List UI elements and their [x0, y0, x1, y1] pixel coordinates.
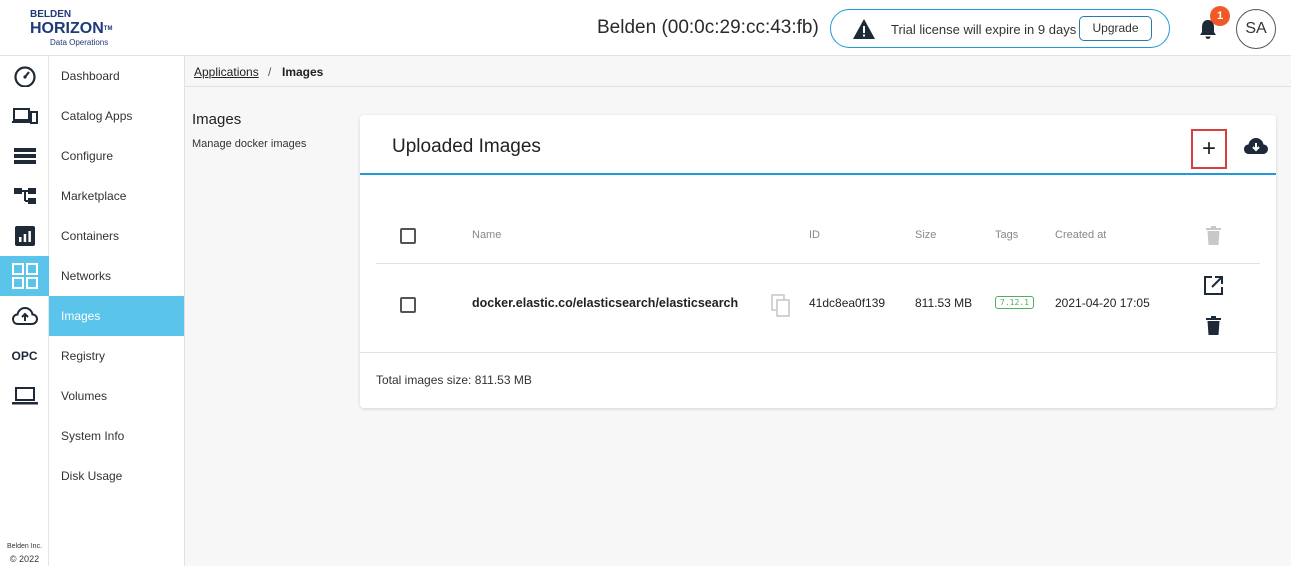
- sidebar-item-containers[interactable]: Containers: [49, 216, 184, 256]
- total-images-size: Total images size: 811.53 MB: [376, 373, 532, 387]
- column-header-size[interactable]: Size: [915, 229, 936, 241]
- rail-item-devices[interactable]: [0, 96, 49, 136]
- sidebar-item-catalog-apps[interactable]: Catalog Apps: [49, 96, 184, 136]
- copy-icon[interactable]: [771, 294, 791, 317]
- device-title: Belden (00:0c:29:cc:43:fb): [597, 17, 819, 38]
- delete-selected-icon[interactable]: [1206, 226, 1221, 245]
- column-header-id[interactable]: ID: [809, 229, 820, 241]
- select-all-checkbox[interactable]: [400, 228, 416, 244]
- notification-badge: 1: [1210, 6, 1230, 26]
- rail-item-applications[interactable]: [0, 256, 49, 296]
- user-avatar[interactable]: SA: [1236, 9, 1276, 49]
- laptop-icon: [11, 387, 38, 405]
- card-title: Uploaded Images: [392, 136, 541, 157]
- column-header-created[interactable]: Created at: [1055, 229, 1106, 241]
- breadcrumb: Applications / Images: [185, 56, 1291, 87]
- rail-item-containers[interactable]: [0, 216, 49, 256]
- sidebar-item-disk-usage[interactable]: Disk Usage: [49, 456, 184, 496]
- logo-line-1: BELDEN: [30, 9, 72, 20]
- trial-license-text: Trial license will expire in 9 days: [891, 22, 1077, 37]
- hierarchy-icon: [13, 188, 36, 204]
- sidebar-item-configure[interactable]: Configure: [49, 136, 184, 176]
- warning-icon: [853, 19, 875, 39]
- sidebar-nav: Dashboard Catalog Apps Configure Marketp…: [49, 56, 185, 566]
- image-created-at: 2021-04-20 17:05: [1055, 296, 1150, 310]
- breadcrumb-current: Images: [282, 65, 324, 79]
- rail-item-configure[interactable]: [0, 136, 49, 176]
- rail-footer: Belden Inc. © 2022: [0, 541, 49, 565]
- sidebar-item-images[interactable]: Images: [49, 296, 184, 336]
- breadcrumb-applications-link[interactable]: Applications: [194, 65, 259, 79]
- cloud-download-icon[interactable]: [1243, 135, 1269, 157]
- page-subtitle: Manage docker images: [192, 138, 307, 150]
- logo-horizon-text: HORIZON: [30, 20, 104, 37]
- image-name: docker.elastic.co/elasticsearch/elastics…: [472, 296, 739, 310]
- footer-copyright: © 2022: [9, 554, 40, 564]
- image-size: 811.53 MB: [915, 296, 973, 310]
- cloud-upload-icon: [11, 306, 38, 325]
- sidebar-item-networks[interactable]: Networks: [49, 256, 184, 296]
- logo-tm: TM: [103, 26, 113, 32]
- icon-rail: OPC Belden Inc. © 2022: [0, 56, 49, 566]
- rail-item-opc[interactable]: OPC: [0, 336, 49, 376]
- app-header: BELDEN HORIZONTM Data Operations Belden …: [0, 0, 1291, 56]
- logo-line-3: Data Operations: [50, 38, 109, 47]
- row-checkbox[interactable]: [400, 297, 416, 313]
- add-image-button[interactable]: +: [1191, 129, 1227, 169]
- grid-icon: [11, 263, 38, 289]
- open-external-icon[interactable]: [1204, 276, 1223, 295]
- sidebar-item-system-info[interactable]: System Info: [49, 416, 184, 456]
- opc-icon: OPC: [11, 349, 38, 363]
- rail-item-laptop[interactable]: [0, 376, 49, 416]
- list-icon: [13, 148, 36, 164]
- table-footer-divider: [360, 352, 1276, 353]
- belden-horizon-logo[interactable]: BELDEN HORIZONTM Data Operations: [30, 9, 130, 49]
- sidebar-item-volumes[interactable]: Volumes: [49, 376, 184, 416]
- breadcrumb-separator: /: [268, 65, 272, 79]
- sidebar-item-registry[interactable]: Registry: [49, 336, 184, 376]
- dashboard-icon: [13, 66, 36, 87]
- chart-icon: [14, 226, 35, 246]
- card-divider: [360, 173, 1276, 175]
- image-tag-badge: 7.12.1: [995, 296, 1034, 309]
- column-header-name[interactable]: Name: [472, 229, 501, 241]
- rail-item-dashboard[interactable]: [0, 56, 49, 96]
- page-title: Images: [192, 111, 242, 128]
- upgrade-button[interactable]: Upgrade: [1079, 16, 1152, 41]
- column-header-tags[interactable]: Tags: [995, 229, 1018, 241]
- sidebar-item-dashboard[interactable]: Dashboard: [49, 56, 184, 96]
- rail-item-marketplace[interactable]: [0, 176, 49, 216]
- rail-item-upload[interactable]: [0, 296, 49, 336]
- uploaded-images-card: Uploaded Images + Name ID Size Tags Crea…: [360, 115, 1276, 408]
- sidebar-item-marketplace[interactable]: Marketplace: [49, 176, 184, 216]
- delete-icon[interactable]: [1206, 316, 1221, 335]
- footer-company: Belden Inc.: [6, 543, 43, 550]
- trial-license-banner: Trial license will expire in 9 days Upgr…: [830, 9, 1170, 48]
- devices-icon: [11, 108, 38, 124]
- table-header-divider: [376, 263, 1260, 264]
- image-id: 41dc8ea0f139: [809, 296, 886, 310]
- logo-line-2: HORIZONTM: [30, 20, 112, 38]
